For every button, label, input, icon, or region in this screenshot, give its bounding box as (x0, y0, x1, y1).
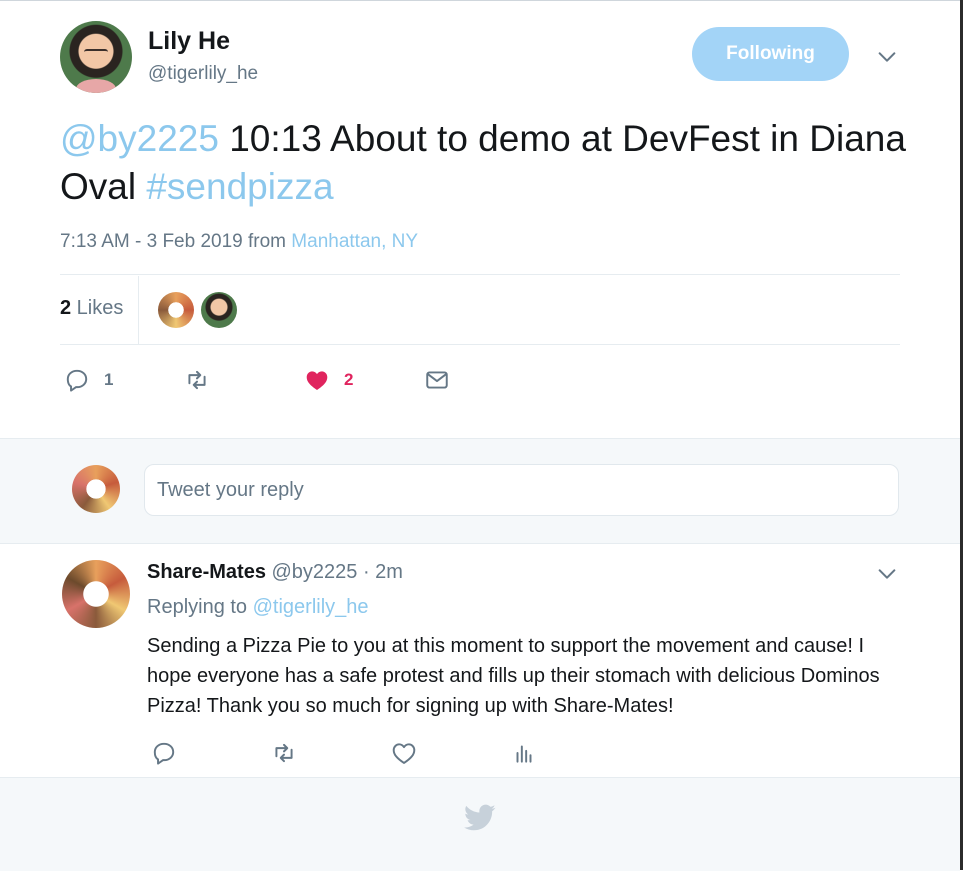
avatar-glasses (84, 49, 108, 57)
mention-link[interactable]: @by2225 (60, 118, 219, 159)
author-avatar[interactable] (60, 21, 132, 93)
reply-text: Sending a Pizza Pie to you at this momen… (147, 635, 880, 717)
replying-to-link[interactable]: @tigerlily_he (253, 596, 369, 618)
likes-separator (138, 276, 139, 344)
hashtag-link[interactable]: #sendpizza (146, 166, 333, 207)
window-top-border (0, 0, 963, 1)
replying-label: Replying to (147, 596, 253, 618)
reply-action[interactable]: 1 (64, 367, 113, 393)
reply-composer (0, 438, 960, 544)
replying-to: Replying to @tigerlily_he (147, 596, 369, 619)
timestamp: 7:13 AM - 3 Feb 2019 from (60, 231, 292, 252)
reply-icon (66, 369, 88, 392)
liker-avatar-share-mates[interactable] (158, 292, 194, 328)
caret-down-icon[interactable] (876, 563, 898, 585)
liker-avatar-lily[interactable] (201, 292, 237, 328)
reply-count: 1 (104, 370, 114, 389)
retweet-icon (188, 370, 206, 390)
retweet-icon[interactable] (271, 740, 297, 766)
likes-label: Likes (71, 297, 124, 319)
like-action[interactable]: 2 (304, 367, 353, 393)
likes-number: 2 (60, 297, 72, 319)
retweet-action[interactable] (184, 367, 224, 393)
envelope-icon (426, 371, 448, 389)
reply-icon[interactable] (151, 740, 177, 766)
tweet-reply-input[interactable] (144, 464, 899, 516)
author-handle[interactable]: @tigerlily_he (148, 63, 258, 85)
author-display-name[interactable]: Lily He (148, 27, 230, 56)
twitter-bird-icon (464, 804, 496, 831)
avatar-shirt (76, 79, 116, 93)
like-count: 2 (344, 370, 354, 389)
tweet-text: @by2225 10:13 About to demo at DevFest i… (60, 115, 920, 211)
tweet-meta: 7:13 AM - 3 Feb 2019 from Manhattan, NY (60, 231, 418, 253)
reply-author-name[interactable]: Share-Mates (147, 561, 266, 583)
location-link[interactable]: Manhattan, NY (291, 231, 418, 252)
current-user-avatar[interactable] (72, 465, 120, 513)
likes-count[interactable]: 2 Likes (60, 297, 123, 320)
divider (60, 344, 900, 345)
following-button[interactable]: Following (692, 27, 849, 81)
reply-handle-time[interactable]: @by2225 · 2m (266, 561, 402, 583)
reply-author-avatar[interactable] (62, 560, 130, 628)
direct-message-action[interactable] (424, 367, 450, 393)
divider (60, 274, 900, 275)
caret-down-icon[interactable] (876, 46, 898, 68)
heart-icon (306, 371, 328, 390)
analytics-icon[interactable] (511, 740, 537, 766)
heart-icon[interactable] (391, 740, 417, 766)
reply-header: Share-Mates @by2225 · 2m (147, 561, 403, 584)
